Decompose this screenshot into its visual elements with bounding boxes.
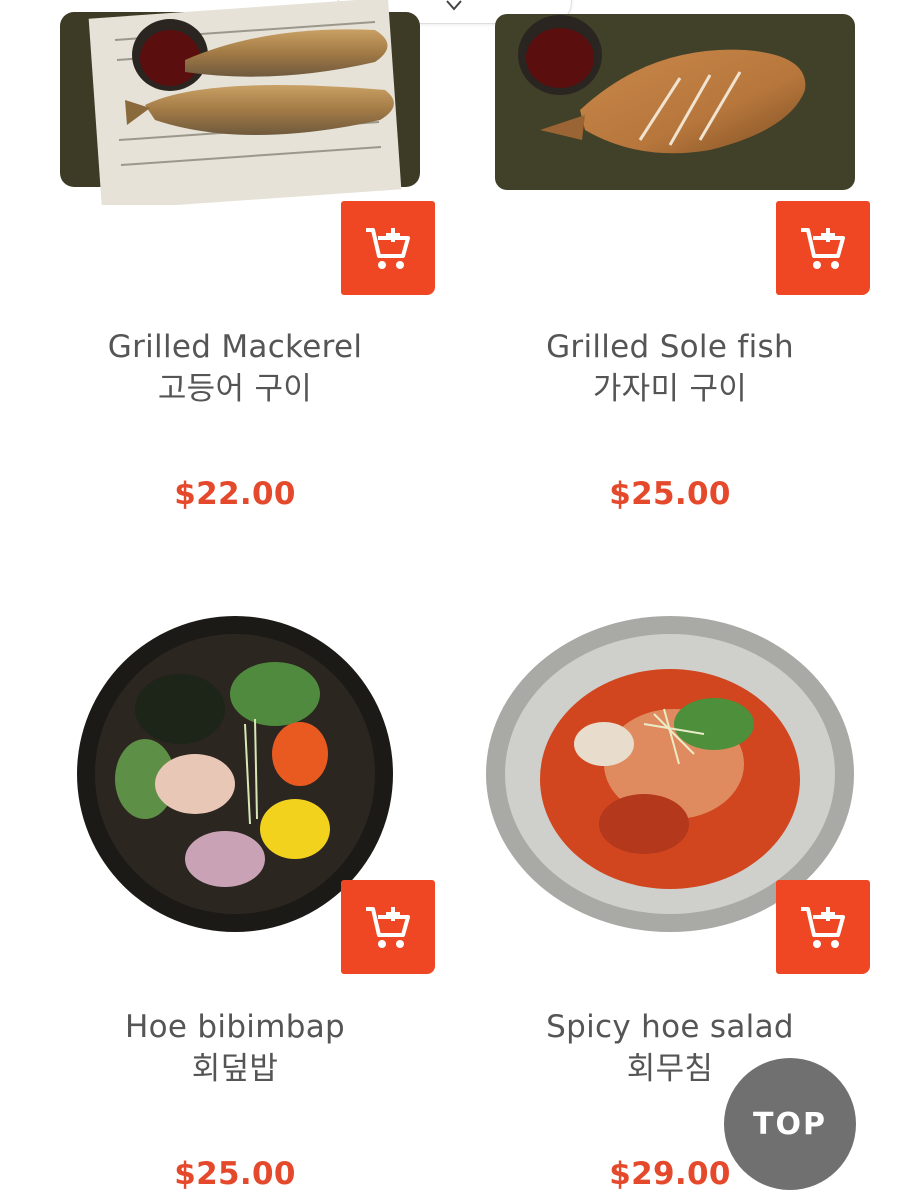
menu-item-card[interactable]: Grilled Sole fish 가자미 구이 $25.00: [470, 0, 870, 560]
menu-item-price: $25.00: [174, 1156, 296, 1192]
add-to-cart-button[interactable]: [341, 880, 435, 974]
add-to-cart-button[interactable]: [776, 880, 870, 974]
menu-item-price: $25.00: [609, 476, 731, 512]
menu-item-name-en: Grilled Mackerel: [107, 329, 363, 365]
menu-item-name-en: Spicy hoe salad: [546, 1009, 794, 1045]
menu-item-name-en: Grilled Sole fish: [546, 329, 794, 365]
menu-item-name-ko: 가자미 구이: [592, 371, 748, 407]
grilled-mackerel-photo: [60, 0, 420, 205]
menu-item-card[interactable]: Grilled Mackerel 고등어 구이 $22.00: [35, 0, 435, 560]
cart-add-icon: [366, 907, 410, 948]
grilled-sole-fish-photo: [495, 14, 855, 190]
menu-item-name-ko: 고등어 구이: [157, 371, 313, 407]
menu-item-price: $22.00: [174, 476, 296, 512]
chevron-down-icon: [446, 0, 462, 11]
menu-item-name-en: Hoe bibimbap: [125, 1009, 345, 1045]
menu-item-name-ko: 회덮밥: [191, 1051, 279, 1087]
cart-add-icon: [801, 228, 845, 269]
cart-add-icon: [801, 907, 845, 948]
menu-item-card[interactable]: Hoe bibimbap 회덮밥 $25.00: [35, 610, 435, 1200]
add-to-cart-button[interactable]: [776, 201, 870, 295]
cart-add-icon: [366, 228, 410, 269]
scroll-to-top-button[interactable]: TOP: [724, 1058, 856, 1190]
add-to-cart-button[interactable]: [341, 201, 435, 295]
